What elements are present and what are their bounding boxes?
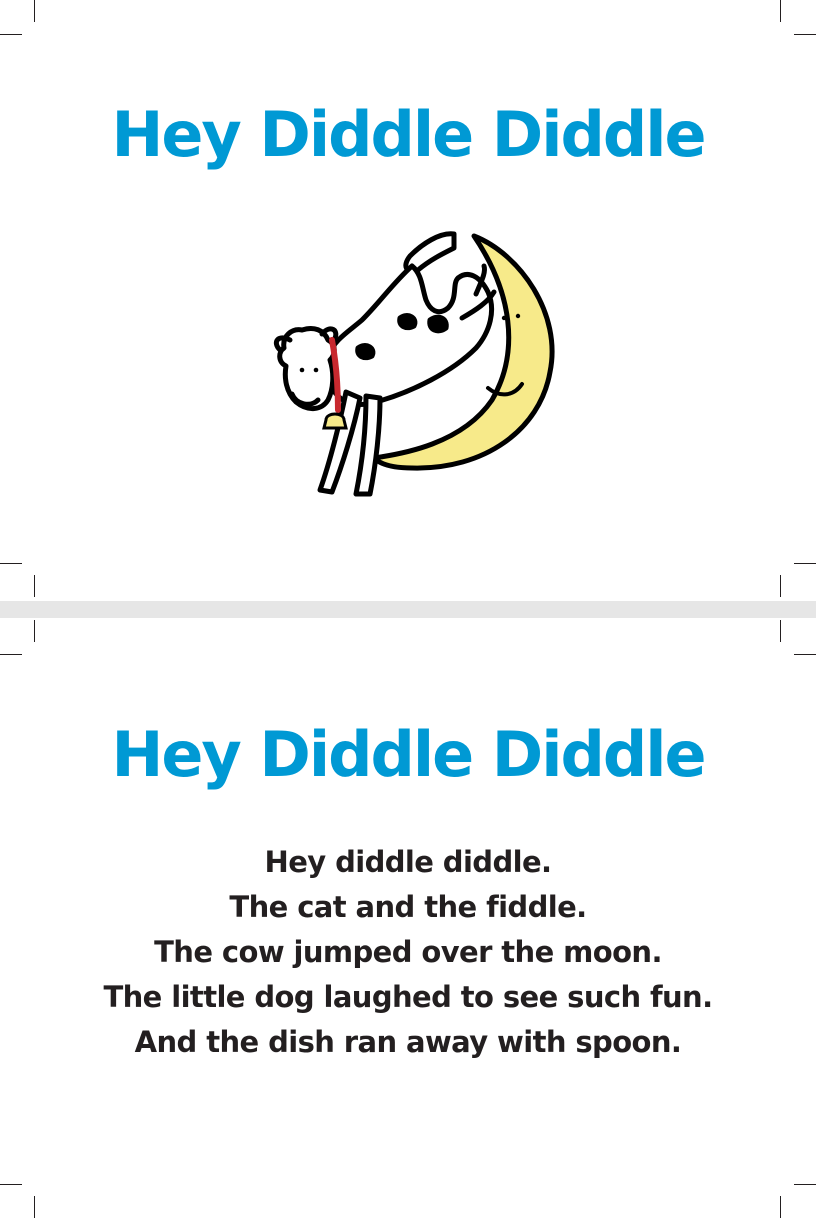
crop-mark xyxy=(34,1196,35,1218)
crop-mark xyxy=(780,620,781,642)
poem-card: Hey Diddle Diddle Hey diddle diddle. The… xyxy=(0,618,816,1218)
poem-line: The cow jumped over the moon. xyxy=(154,935,662,969)
cover-title: Hey Diddle Diddle xyxy=(111,98,706,171)
bell-shape xyxy=(322,412,348,430)
crop-mark xyxy=(0,563,22,564)
crop-mark xyxy=(794,563,816,564)
crop-mark xyxy=(794,1184,816,1185)
crop-mark xyxy=(780,575,781,597)
crop-mark xyxy=(34,620,35,642)
crop-mark xyxy=(794,654,816,655)
crop-mark xyxy=(34,0,35,22)
crop-mark xyxy=(0,654,22,655)
crop-mark xyxy=(794,34,816,35)
poem-line: Hey diddle diddle. xyxy=(264,845,553,879)
crop-mark xyxy=(0,1184,22,1185)
poem-text: Hey diddle diddle. The cat and the fiddl… xyxy=(0,840,816,1065)
cover-card: Hey Diddle Diddle xyxy=(0,0,816,601)
poem-line: The cat and the fiddle. xyxy=(229,890,587,924)
page-divider xyxy=(0,601,816,618)
poem-line: The little dog laughed to see such fun. xyxy=(103,980,713,1014)
cow-jumping-over-moon-illustration xyxy=(273,231,555,497)
poem-line: And the dish ran away with spoon. xyxy=(134,1025,682,1059)
crop-mark xyxy=(780,1196,781,1218)
crop-mark xyxy=(34,575,35,597)
crop-mark xyxy=(0,34,22,35)
poem-title: Hey Diddle Diddle xyxy=(111,718,706,791)
crop-mark xyxy=(780,0,781,22)
